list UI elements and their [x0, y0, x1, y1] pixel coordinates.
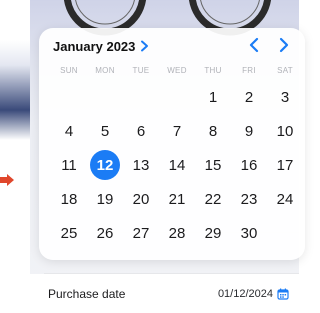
day-cell[interactable]: 18	[51, 182, 87, 216]
day-cell[interactable]: 25	[51, 216, 87, 250]
weekday-label: TUE	[132, 66, 150, 75]
day-number: 17	[276, 156, 294, 174]
day-number: 26	[96, 224, 114, 242]
day-cell[interactable]: 5	[87, 114, 123, 148]
day-cell-empty	[123, 80, 159, 114]
day-number: 8	[208, 122, 218, 140]
day-number: 18	[60, 190, 78, 208]
day-cell[interactable]: 23	[231, 182, 267, 216]
day-number: 24	[276, 190, 294, 208]
day-cell[interactable]: 16	[231, 148, 267, 182]
weekday-label: THU	[204, 66, 222, 75]
purchase-date-label: Purchase date	[48, 286, 126, 301]
day-cell[interactable]: 9	[231, 114, 267, 148]
day-cell[interactable]: 6	[123, 114, 159, 148]
day-number: 15	[204, 156, 222, 174]
day-number: 2	[244, 88, 254, 106]
month-year-selector[interactable]: January 2023	[53, 37, 149, 55]
day-number: 10	[276, 122, 294, 140]
day-cell[interactable]: 8	[195, 114, 231, 148]
day-cell[interactable]: 1	[195, 80, 231, 114]
day-cell-empty	[87, 80, 123, 114]
day-number: 9	[244, 122, 254, 140]
month-year-label: January 2023	[53, 38, 136, 54]
purchase-date-value[interactable]: 01/12/2024	[218, 288, 273, 300]
day-number: 11	[61, 156, 77, 174]
day-cell[interactable]: 3	[267, 80, 303, 114]
weekday-label: WED	[167, 66, 187, 75]
day-cell[interactable]: 30	[231, 216, 267, 250]
day-cell[interactable]: 29	[195, 216, 231, 250]
day-cell[interactable]: 27	[123, 216, 159, 250]
day-number: 28	[168, 224, 186, 242]
purchase-date-row[interactable]: Purchase date 01/12/2024	[30, 274, 299, 313]
day-cell[interactable]: 4	[51, 114, 87, 148]
day-cell[interactable]: 28	[159, 216, 195, 250]
weekday-label: MON	[95, 66, 115, 75]
weekday-label: FRI	[242, 66, 256, 75]
day-cell[interactable]: 24	[267, 182, 303, 216]
previous-month-button[interactable]	[247, 36, 261, 54]
day-number: 21	[168, 190, 186, 208]
arrow-marker-icon	[0, 174, 14, 186]
day-number: 6	[136, 122, 146, 140]
calendar-icon[interactable]	[277, 288, 289, 300]
day-cell-empty	[51, 80, 87, 114]
day-number: 1	[208, 88, 218, 106]
day-number: 22	[204, 190, 222, 208]
day-number: 12	[90, 150, 120, 180]
day-number: 23	[240, 190, 258, 208]
day-number: 30	[240, 224, 258, 242]
days-grid: 1 2 3 4 5 6 7 8 9 10 11 12 13 14 15 16 17 18 19 20 21 22 23 24 2…	[51, 80, 303, 250]
day-cell-empty	[267, 216, 303, 250]
day-cell[interactable]: 22	[195, 182, 231, 216]
day-cell[interactable]: 20	[123, 182, 159, 216]
day-cell[interactable]: 15	[195, 148, 231, 182]
day-number: 29	[204, 224, 222, 242]
date-picker-popover[interactable]: January 2023 SUN MON TUE WED THU FRI SAT…	[39, 28, 305, 260]
day-number: 13	[132, 156, 150, 174]
day-cell-selected[interactable]: 12	[87, 148, 123, 182]
weekday-label: SUN	[60, 66, 78, 75]
day-number: 4	[64, 122, 74, 140]
day-number: 5	[100, 122, 110, 140]
day-number: 7	[172, 122, 182, 140]
day-number: 19	[96, 190, 114, 208]
day-number: 20	[132, 190, 150, 208]
left-background-band	[0, 40, 30, 140]
day-cell[interactable]: 17	[267, 148, 303, 182]
next-month-button[interactable]	[277, 36, 291, 54]
day-cell[interactable]: 7	[159, 114, 195, 148]
chevron-right-icon	[141, 40, 149, 52]
day-cell-empty	[159, 80, 195, 114]
day-cell[interactable]: 21	[159, 182, 195, 216]
day-number: 14	[168, 156, 186, 174]
day-number: 25	[60, 224, 78, 242]
weekday-label: SAT	[277, 66, 293, 75]
day-cell[interactable]: 13	[123, 148, 159, 182]
day-cell[interactable]: 26	[87, 216, 123, 250]
day-number: 16	[240, 156, 258, 174]
day-cell[interactable]: 11	[51, 148, 87, 182]
day-cell[interactable]: 10	[267, 114, 303, 148]
day-number: 27	[132, 224, 150, 242]
day-cell[interactable]: 14	[159, 148, 195, 182]
day-cell[interactable]: 2	[231, 80, 267, 114]
day-cell[interactable]: 19	[87, 182, 123, 216]
day-number: 3	[280, 88, 290, 106]
weekday-header: SUN MON TUE WED THU FRI SAT	[51, 66, 303, 75]
